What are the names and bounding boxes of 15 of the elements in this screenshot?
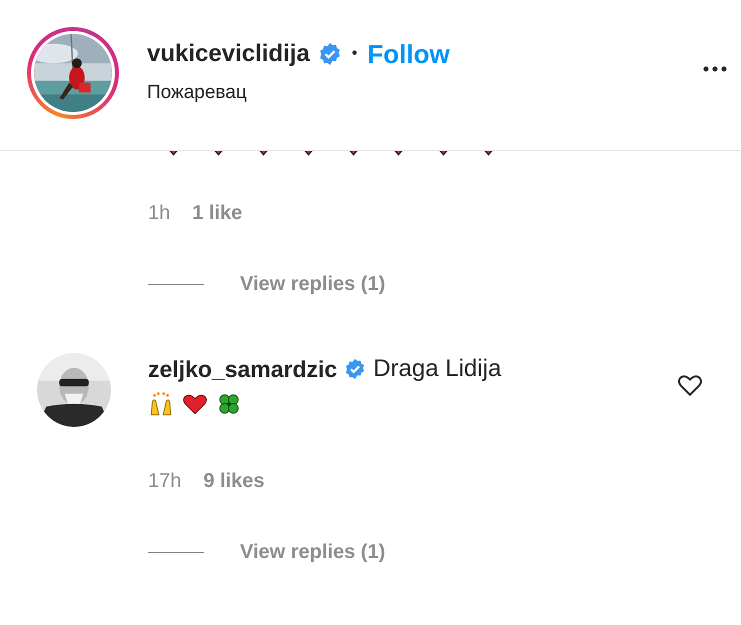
username[interactable]: zeljko_samardzic: [148, 356, 338, 382]
separator-dot: •: [352, 45, 358, 63]
heart-outline-icon[interactable]: [677, 373, 703, 397]
location-label[interactable]: Пожаревац: [147, 82, 703, 104]
comment-text: Draga Lidija: [373, 355, 502, 383]
comment-time[interactable]: 1h: [148, 202, 170, 225]
likes-count[interactable]: 9 likes: [203, 470, 265, 493]
follow-link[interactable]: Follow: [367, 38, 450, 70]
view-replies-link[interactable]: View replies (1): [240, 273, 386, 296]
likes-count[interactable]: 1 like: [192, 202, 242, 225]
comment-time[interactable]: 17h: [148, 470, 182, 493]
more-options-icon[interactable]: [703, 66, 727, 72]
username[interactable]: vukiceviclidija: [147, 40, 310, 68]
raised-hands-icon: [148, 391, 174, 417]
view-replies-link[interactable]: View replies (1): [240, 541, 386, 564]
